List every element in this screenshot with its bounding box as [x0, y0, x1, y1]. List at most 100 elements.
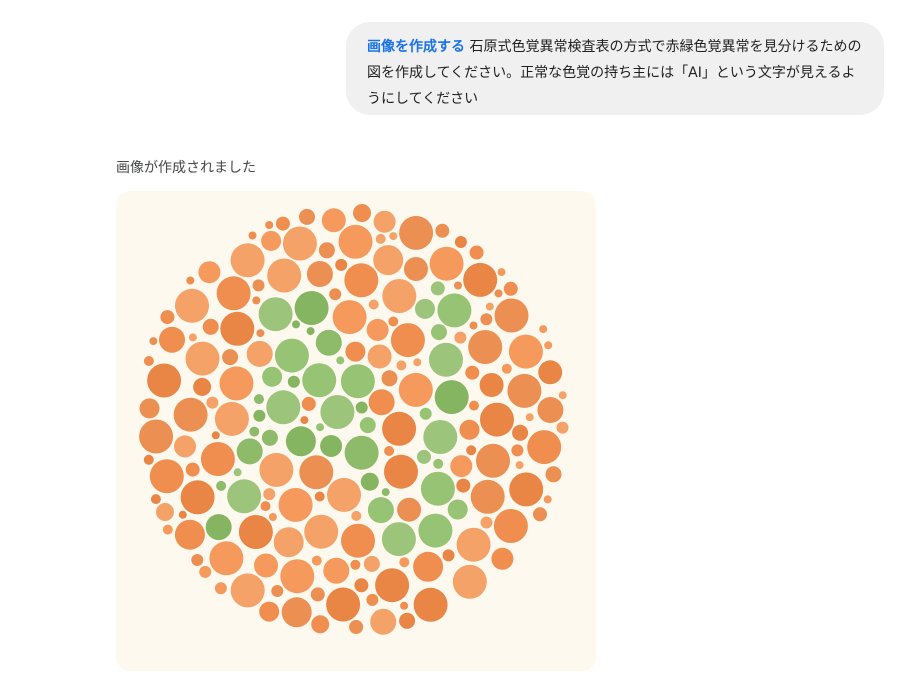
plate-dot-background: [511, 444, 524, 457]
plate-dot-figure: [315, 329, 342, 356]
plate-dot-figure: [340, 364, 375, 399]
plate-dot-background: [398, 372, 433, 407]
plate-dot-background: [459, 419, 480, 440]
plate-dot-background: [454, 331, 467, 344]
plate-dot-figure: [431, 324, 447, 341]
plate-dot-figure: [253, 409, 266, 422]
plate-dot-background: [311, 555, 322, 566]
plate-dot-background: [373, 245, 404, 276]
plate-dot-background: [463, 262, 498, 297]
plate-dot-background: [353, 204, 371, 222]
plate-dot-background: [381, 370, 398, 387]
plate-dot-background: [311, 615, 330, 634]
plate-dot-background: [259, 601, 280, 622]
generated-image[interactable]: [116, 191, 596, 671]
plate-dot-background: [209, 541, 244, 576]
plate-dot-background: [375, 568, 410, 603]
plate-dot-background: [366, 593, 379, 606]
plate-dot-figure: [302, 363, 337, 398]
plate-dot-background: [206, 396, 219, 409]
plate-dot-background: [174, 435, 196, 458]
plate-dot-background: [480, 402, 514, 437]
plate-dot-background: [493, 509, 528, 543]
plate-dot-background: [143, 454, 154, 465]
plate-dot-background: [326, 587, 361, 622]
plate-dot-background: [366, 318, 389, 341]
plate-dot-background: [252, 296, 261, 305]
plate-dot-background: [456, 527, 491, 562]
plate-dot-background: [539, 325, 548, 334]
plate-dot-background: [271, 585, 284, 597]
plate-dot-background: [476, 443, 510, 478]
plate-dot-background: [299, 455, 334, 490]
plate-dot-background: [503, 281, 518, 296]
plate-dot-background: [399, 215, 434, 250]
plate-dot-figure: [292, 320, 300, 329]
plate-dot-background: [191, 554, 204, 566]
plate-dot-figure: [254, 394, 264, 405]
plate-dot-background: [162, 524, 173, 535]
plate-dot-background: [543, 495, 552, 504]
plate-dot-background: [220, 311, 255, 346]
plate-dot-background: [318, 242, 335, 259]
plate-dot-background: [259, 452, 294, 487]
plate-dot-background: [263, 488, 276, 501]
plate-dot-background: [149, 459, 184, 494]
plate-dot-background: [370, 608, 397, 635]
plate-dot-background: [404, 257, 428, 281]
plate-dot-background: [278, 487, 313, 522]
plate-dot-background: [480, 313, 493, 326]
plate-dot-background: [429, 246, 464, 281]
plate-dot-background: [260, 501, 271, 512]
plate-dot-background: [199, 565, 212, 578]
plate-dot-background: [214, 401, 249, 436]
plate-dot-background: [479, 373, 504, 397]
plate-dot-background: [314, 491, 325, 502]
plate-dot-background: [175, 288, 209, 323]
plate-dot-background: [193, 377, 212, 396]
plate-dot-figure: [433, 458, 444, 469]
chat-conversation: 画像を作成する 石原式色覚異常検査表の方式で赤緑色覚異常を見分けるための図を作成…: [0, 0, 907, 698]
plate-dot-background: [494, 289, 503, 298]
plate-dot-background: [363, 555, 380, 572]
plate-dot-figure: [227, 479, 262, 514]
plate-dot-background: [470, 479, 505, 514]
plate-dot-background: [335, 258, 348, 271]
plate-dot-background: [497, 268, 506, 277]
plate-dot-background: [230, 573, 265, 608]
create-image-tool-tag[interactable]: 画像を作成する: [367, 39, 465, 55]
plate-dot-figure: [420, 471, 455, 506]
plate-dot-background: [454, 281, 462, 290]
plate-dot-background: [198, 261, 221, 284]
plate-dot-background: [321, 208, 346, 233]
plate-dot-figure: [381, 488, 390, 497]
plate-dot-background: [174, 519, 205, 550]
plate-dot-background: [399, 612, 416, 629]
plate-dot-figure: [294, 291, 329, 325]
plate-dot-background: [375, 233, 386, 244]
plate-dot-background: [396, 360, 407, 371]
plate-dot-background: [382, 279, 417, 313]
plate-dot-background: [556, 421, 569, 434]
plate-dot-background: [351, 510, 362, 521]
plate-dot-background: [160, 310, 175, 325]
plate-dot-background: [468, 330, 503, 364]
plate-dot-background: [299, 208, 315, 225]
plate-dot-figure: [447, 499, 468, 520]
plate-dot-background: [159, 326, 185, 353]
plate-dot-figure: [261, 429, 278, 446]
plate-dot-background: [186, 276, 195, 285]
plate-dot-figure: [205, 514, 232, 541]
plate-dot-background: [367, 344, 392, 369]
plate-dot-background: [329, 288, 342, 301]
plate-dot-background: [139, 398, 160, 419]
plate-dot-background: [384, 454, 418, 489]
plate-dot-figure: [367, 497, 394, 524]
plate-dot-background: [230, 243, 265, 278]
plate-dot-background: [147, 363, 182, 398]
plate-dot-background: [389, 232, 398, 241]
plate-dot-background: [268, 513, 277, 521]
plate-dot-background: [537, 397, 564, 423]
plate-dot-background: [246, 340, 273, 367]
response-status-text: 画像が作成されました: [116, 160, 256, 176]
